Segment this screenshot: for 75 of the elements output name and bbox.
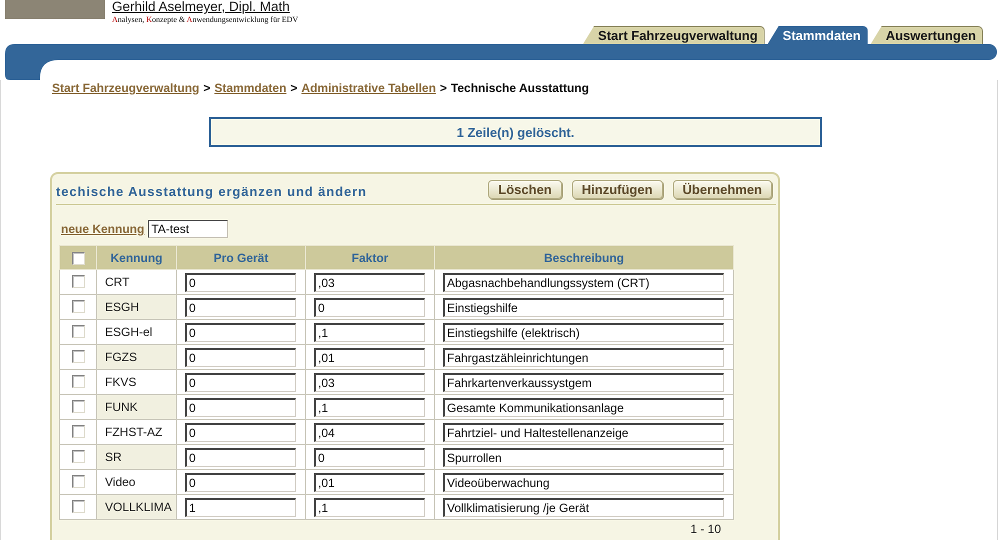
factor-field[interactable]: ,03 [314,372,425,392]
quantity-field[interactable]: 0 [185,298,296,316]
quantity-field[interactable]: 1 [185,498,296,516]
table-cell: FZHST-AZ [96,420,176,444]
factor-field[interactable]: 0 [314,448,425,466]
table-cell: CRT [96,270,176,294]
table-cell: FUNK [96,394,176,420]
description-field[interactable]: Fahrtziel- und Haltestellenanzeige [443,422,724,442]
site-title-link[interactable]: Gerhild Aselmeyer, Dipl. Math [112,0,290,14]
quantity-field[interactable]: 0 [185,272,296,292]
quantity-field[interactable]: 0 [185,322,296,342]
description-field[interactable]: Einstiegshilfe (elektrisch) [443,322,724,342]
status-message: 1 Zeile(n) gelöscht. [209,117,822,147]
quantity-field[interactable]: 0 [185,472,296,492]
breadcrumb-separator: > [440,81,447,95]
row-checkbox[interactable] [72,475,84,488]
action-button[interactable]: Hinzufügen [572,180,663,199]
new-key-field[interactable]: TA-test [148,220,228,238]
table-cell: FGZS [96,344,176,370]
breadcrumb-link[interactable]: Stammdaten [214,81,286,95]
quantity-field[interactable]: 0 [185,422,296,442]
factor-field[interactable]: ,01 [314,348,425,366]
description-field[interactable]: Videoüberwachung [443,472,724,492]
description-field[interactable]: Vollklimatisierung /je Gerät [443,498,724,516]
row-checkbox[interactable] [72,350,84,364]
row-checkbox[interactable] [72,275,84,288]
column-header: Pro Gerät [176,246,306,270]
row-checkbox[interactable] [72,375,84,388]
tab[interactable]: Start Fahrzeugverwaltung [583,26,765,44]
tab[interactable]: Stammdaten [768,26,868,44]
table-cell: Video [96,470,176,494]
breadcrumb-current: Technische Ausstattung [450,81,589,95]
factor-field[interactable]: ,1 [314,322,425,342]
description-field[interactable]: Abgasnachbehandlungssystem (CRT) [443,272,724,292]
breadcrumb-link[interactable]: Start Fahrzeugverwaltung [52,81,200,95]
action-button[interactable]: Löschen [488,180,562,199]
description-field[interactable]: Fahrgastzähleinrichtungen [443,348,724,366]
breadcrumb-link[interactable]: Administrative Tabellen [301,81,436,95]
pagination-range: 1 - 10 [690,522,721,536]
panel-title: techische Ausstattung ergänzen und ändern [56,184,367,199]
factor-field[interactable]: ,01 [314,472,425,492]
quantity-field[interactable]: 0 [185,448,296,466]
description-field[interactable]: Einstiegshilfe [443,298,724,316]
table-cell: SR [96,444,176,470]
quantity-field[interactable]: 0 [185,372,296,392]
breadcrumb-separator: > [290,81,298,95]
row-checkbox[interactable] [72,325,84,338]
new-key-link[interactable]: neue Kennung [61,222,144,236]
row-checkbox[interactable] [72,500,84,514]
quantity-field[interactable]: 0 [185,348,296,366]
action-button[interactable]: Übernehmen [672,180,772,199]
column-header: Kennung [96,246,176,270]
row-checkbox[interactable] [72,450,84,464]
row-checkbox[interactable] [72,425,84,438]
table-cell: ESGH [96,294,176,320]
factor-field[interactable]: ,1 [314,498,425,516]
tab[interactable]: Auswertungen [870,26,983,44]
factor-field[interactable]: ,03 [314,272,425,292]
row-checkbox[interactable] [72,300,84,314]
factor-field[interactable]: ,1 [314,398,425,416]
breadcrumb-separator: > [203,81,210,95]
table-cell: FKVS [96,370,176,394]
description-field[interactable]: Fahrkartenverkaussystgem [443,372,724,392]
table-cell: ESGH-el [96,320,176,344]
description-field[interactable]: Gesamte Kommunikationsanlage [443,398,724,416]
quantity-field[interactable]: 0 [185,398,296,416]
select-all-checkbox[interactable] [72,252,84,265]
column-header: Faktor [306,246,434,270]
column-header: Beschreibung [434,246,734,270]
table-cell: VOLLKLIMA [96,494,176,520]
factor-field[interactable]: ,04 [314,422,425,442]
factor-field[interactable]: 0 [314,298,425,316]
description-field[interactable]: Spurrollen [443,448,724,466]
row-checkbox[interactable] [72,400,84,414]
tagline: Analysen, Konzepte & Anwendungsentwicklung für EDV [112,15,298,24]
